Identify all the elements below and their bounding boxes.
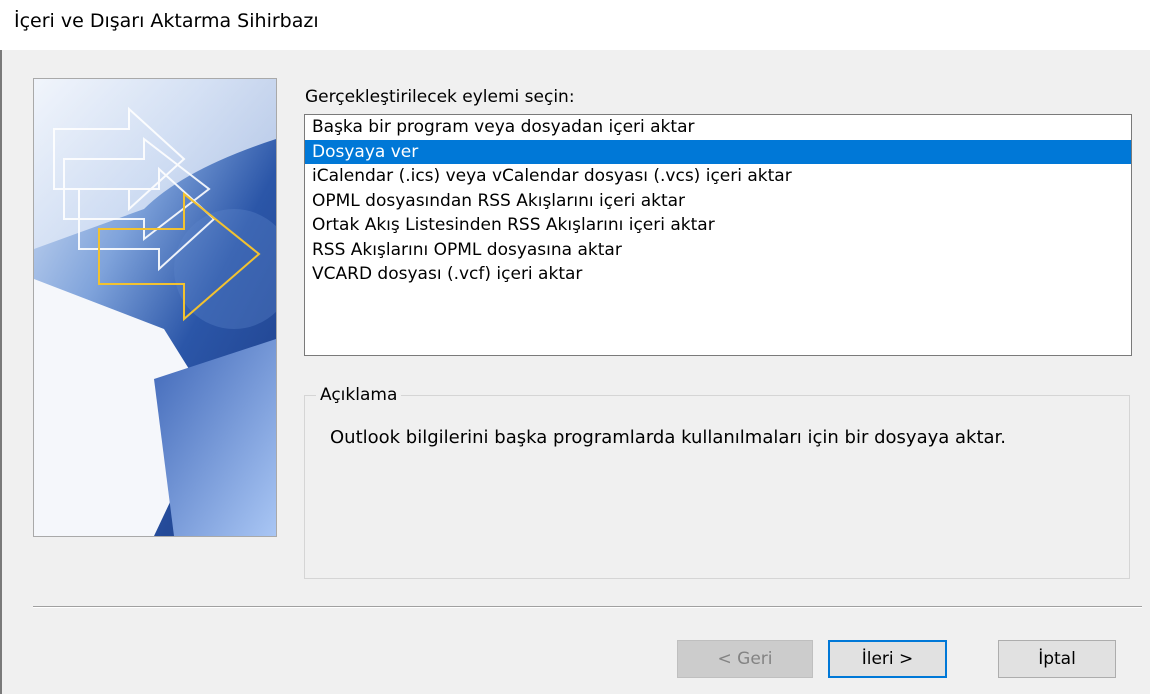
back-button[interactable]: < Geri: [677, 640, 813, 678]
cancel-button[interactable]: İptal: [998, 640, 1116, 678]
description-groupbox: [304, 395, 1130, 579]
list-item-import-icalendar[interactable]: iCalendar (.ics) veya vCalendar dosyası …: [305, 164, 1131, 189]
list-item-export-to-file[interactable]: Dosyaya ver: [305, 139, 1131, 164]
wizard-banner-image: [33, 78, 277, 537]
list-item-import-vcard[interactable]: VCARD dosyası (.vcf) içeri aktar: [305, 262, 1131, 287]
description-text: Outlook bilgilerini başka programlarda k…: [330, 427, 1007, 448]
list-item-import-rss-from-opml[interactable]: OPML dosyasından RSS Akışlarını içeri ak…: [305, 189, 1131, 214]
description-label: Açıklama: [316, 385, 402, 405]
next-button[interactable]: İleri >: [828, 640, 947, 678]
list-item-import-rss-from-common-feed[interactable]: Ortak Akış Listesinden RSS Akışlarını iç…: [305, 213, 1131, 238]
window-title: İçeri ve Dışarı Aktarma Sihirbazı: [14, 10, 319, 32]
list-item-export-rss-to-opml[interactable]: RSS Akışlarını OPML dosyasına aktar: [305, 238, 1131, 263]
banner-graphic: [34, 79, 276, 536]
list-item-import-from-program[interactable]: Başka bir program veya dosyadan içeri ak…: [305, 115, 1131, 140]
window-border: [0, 50, 2, 694]
action-listbox[interactable]: Başka bir program veya dosyadan içeri ak…: [304, 114, 1132, 356]
title-bar: İçeri ve Dışarı Aktarma Sihirbazı: [0, 0, 1150, 50]
separator-highlight: [33, 607, 1142, 608]
action-prompt: Gerçekleştirilecek eylemi seçin:: [305, 87, 575, 107]
